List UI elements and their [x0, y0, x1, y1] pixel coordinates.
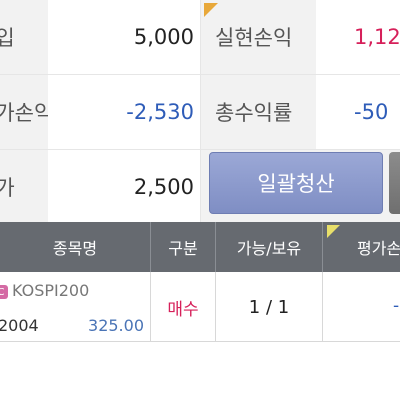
- total-return-label: 총수익률: [201, 75, 316, 149]
- liquidate-all-button[interactable]: 일괄청산: [209, 152, 383, 214]
- realized-pl-value: 1,120: [354, 25, 400, 49]
- purchase-label: 매입: [0, 26, 15, 50]
- total-return-value-cell: -50: [316, 75, 400, 149]
- eval-pl-value: -: [393, 296, 400, 316]
- table-row[interactable]: C KOSPI200 2004 325.00 매수 1 / 1 -: [0, 272, 400, 342]
- stock-cell: C KOSPI200 2004 325.00: [0, 272, 151, 342]
- eval-value: 2,500: [48, 150, 200, 224]
- col-available-held[interactable]: 가능/보유: [216, 222, 323, 272]
- stock-price: 325.00: [88, 316, 144, 335]
- eval-pl-cell: -: [323, 272, 400, 342]
- stock-name: KOSPI200: [12, 281, 90, 300]
- purchase-label-cell: 매입: [0, 0, 48, 74]
- call-option-icon: C: [0, 285, 8, 299]
- trade-type: 매수: [151, 272, 216, 342]
- next-button[interactable]: [389, 152, 400, 214]
- eval-label-cell: 평가: [0, 150, 48, 224]
- summary-row-purchase: 매입 5,000 실현손익 1,120: [0, 0, 400, 75]
- available-held-qty: 1 / 1: [216, 272, 323, 342]
- purchase-value: 5,000: [48, 0, 200, 74]
- corner-flag-icon: [204, 3, 218, 17]
- total-return-value: -50: [354, 100, 389, 124]
- realized-pl-label: 실현손익: [201, 0, 316, 74]
- table-header: 종목명 구분 가능/보유 평가손: [0, 222, 400, 272]
- header-flag-icon: [327, 225, 340, 238]
- summary-row-pl: 평가손익 -2,530 총수익률 -50: [0, 75, 400, 150]
- eval-pl-label-cell: 평가손익: [0, 75, 48, 149]
- eval-label: 평가: [0, 176, 15, 200]
- action-area: 일괄청산: [201, 150, 400, 222]
- stock-code: 2004: [0, 316, 39, 335]
- eval-pl-value: -2,530: [48, 75, 200, 149]
- eval-pl-label: 평가손익: [0, 101, 48, 125]
- realized-pl-value-cell: 1,120: [316, 0, 400, 74]
- col-type[interactable]: 구분: [151, 222, 216, 272]
- col-stock-name[interactable]: 종목명: [0, 222, 151, 272]
